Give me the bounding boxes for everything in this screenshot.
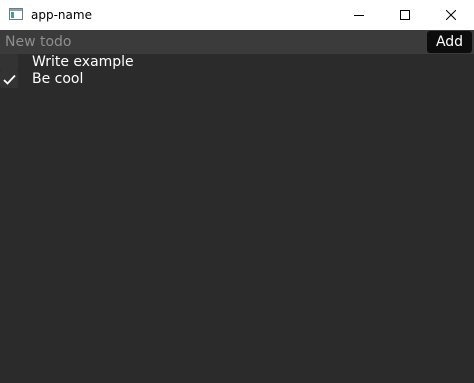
close-icon bbox=[446, 10, 456, 20]
new-todo-row: Add bbox=[0, 30, 474, 54]
minimize-button[interactable] bbox=[336, 0, 382, 30]
add-button[interactable]: Add bbox=[427, 31, 472, 53]
minimize-icon bbox=[354, 15, 364, 16]
window-title: app-name bbox=[31, 8, 92, 22]
maximize-button[interactable] bbox=[382, 0, 428, 30]
todo-label: Be cool bbox=[32, 71, 84, 87]
todo-label: Write example bbox=[32, 54, 134, 70]
app-window-icon bbox=[9, 8, 23, 20]
checkmark-icon bbox=[2, 74, 16, 85]
todo-item[interactable]: Be cool bbox=[0, 71, 474, 88]
maximize-icon bbox=[400, 10, 410, 20]
app-window: app-name Add Write example bbox=[0, 0, 474, 383]
todo-item[interactable]: Write example bbox=[0, 54, 474, 71]
todo-checkbox[interactable] bbox=[0, 54, 18, 71]
todo-list: Write example Be cool bbox=[0, 54, 474, 88]
close-button[interactable] bbox=[428, 0, 474, 30]
title-bar[interactable]: app-name bbox=[0, 0, 474, 30]
new-todo-input[interactable] bbox=[0, 30, 424, 54]
todo-checkbox[interactable] bbox=[0, 71, 18, 88]
